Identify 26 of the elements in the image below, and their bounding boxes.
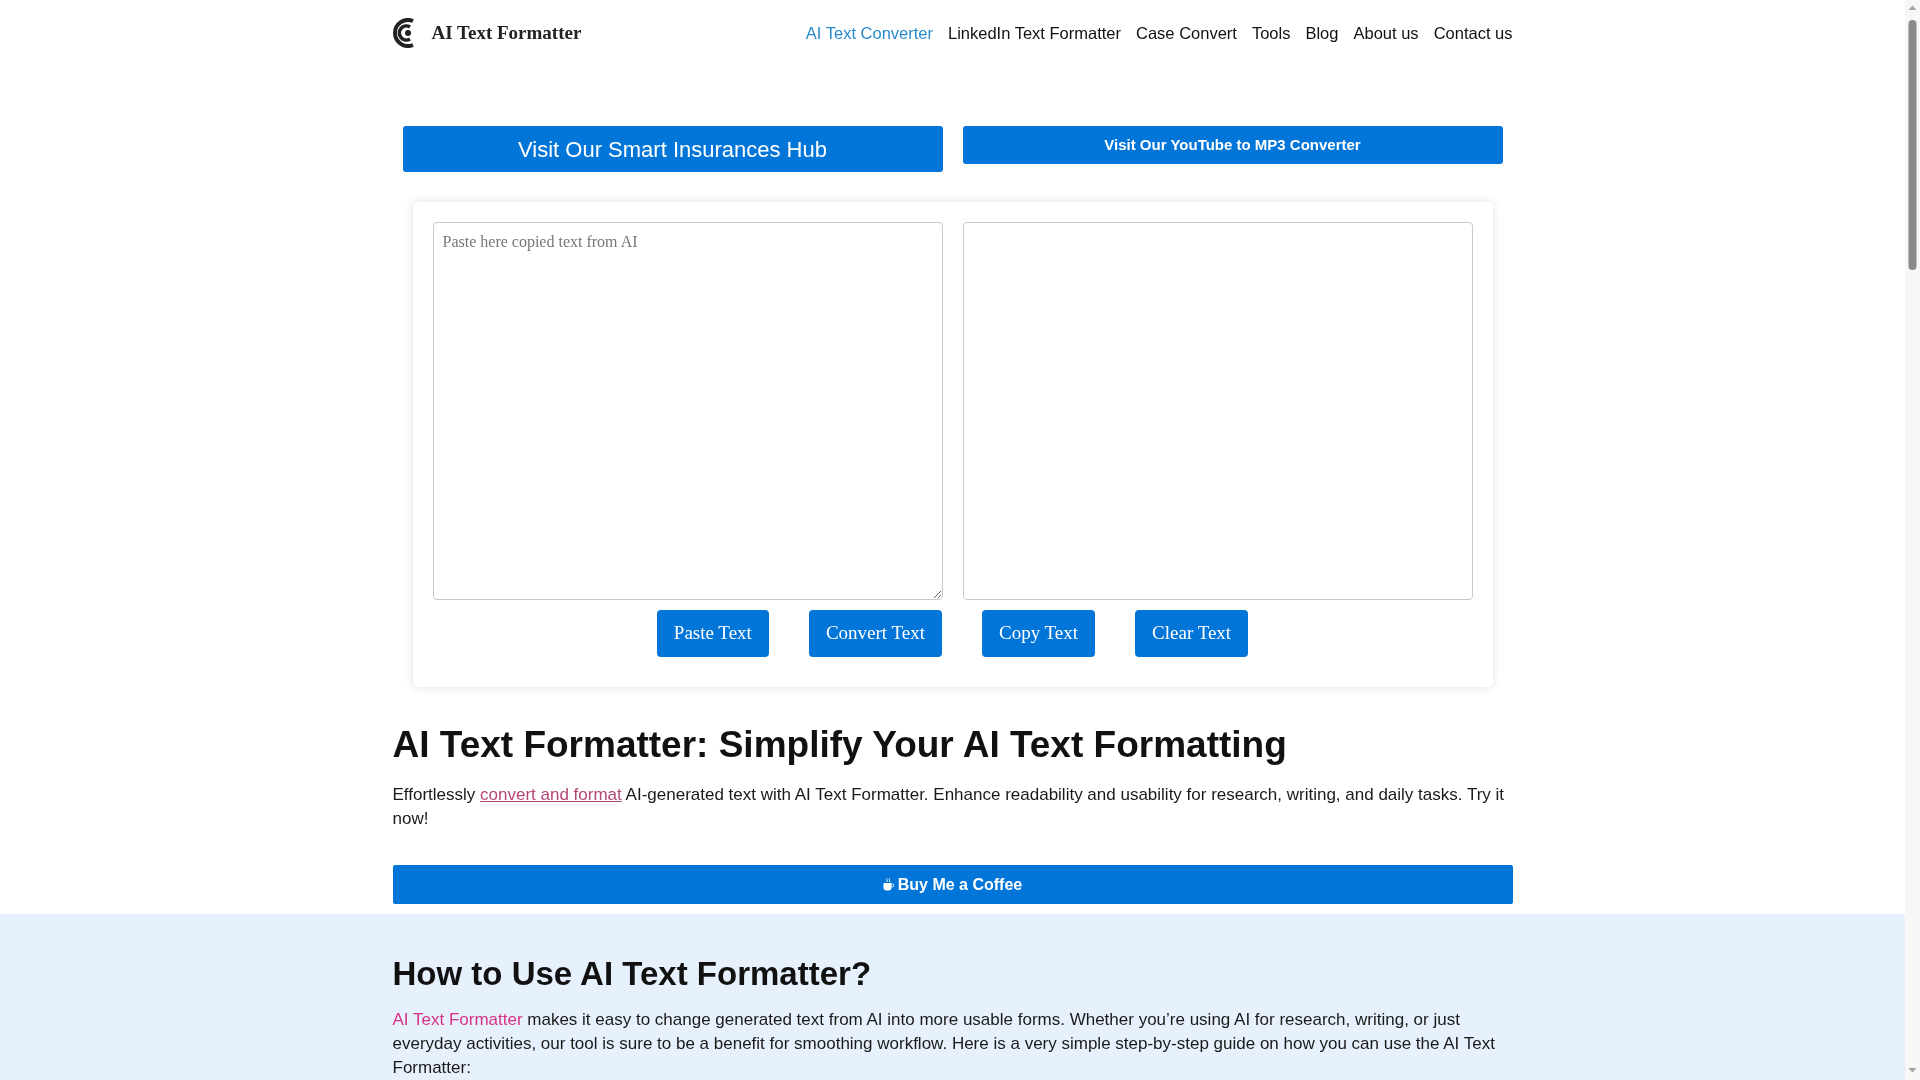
input-field[interactable]: Paste here copied text from AI (432, 222, 943, 600)
nav-link[interactable]: About us (1353, 20, 1419, 46)
arcs-logo-icon (392, 18, 417, 48)
nav-link[interactable]: Case Convert (1136, 20, 1237, 46)
logo-text[interactable]: AI Text Formatter (431, 18, 582, 48)
nav-link[interactable]: AI Text Converter (805, 20, 933, 46)
coffee-cup-icon (882, 878, 894, 892)
buy-me-a-coffee-button[interactable]: Buy Me a Coffee (392, 865, 1513, 905)
inline-link[interactable]: convert and format (480, 785, 622, 805)
how-to-paragraph: AI Text Formatter makes it easy to change generated text from AI into more usable forms. Whether you’re using AI for research, writing, or just everyday activities, our tool is sure to be a benefit for smoothing workflow. Here is a very simple step-by-step guide on how you can use the AI Text Formatter: (392, 1009, 1496, 1079)
promo-button[interactable]: Visit Our YouTube to MP3 Converter (962, 126, 1503, 164)
nav-link[interactable]: Contact us (1433, 20, 1513, 46)
page-heading: AI Text Formatter: Simplify Your AI Text Formatting (392, 723, 1288, 767)
tool-button[interactable]: Clear Text (1135, 610, 1249, 657)
nav-link[interactable]: LinkedIn Text Formatter (948, 20, 1122, 46)
intro-paragraph: Effortlessly convert and format AI-generated text with AI Text Formatter. Enhance readability and usability for research, writing, and daily tasks. Try it now! (392, 784, 1506, 831)
tool-button[interactable]: Paste Text (656, 610, 769, 657)
section-heading: How to Use AI Text Formatter? (392, 954, 873, 994)
nav-link[interactable]: Tools (1251, 20, 1291, 46)
scrollbar[interactable] (1905, 0, 1920, 1080)
output-field[interactable] (962, 222, 1473, 600)
tool-button[interactable]: Copy Text (982, 610, 1096, 657)
nav-link[interactable]: Blog (1305, 20, 1339, 46)
inline-link[interactable]: AI Text Formatter (392, 1010, 523, 1029)
tool-button[interactable]: Convert Text (808, 610, 942, 657)
promo-button[interactable]: Visit Our Smart Insurances Hub (402, 126, 943, 172)
